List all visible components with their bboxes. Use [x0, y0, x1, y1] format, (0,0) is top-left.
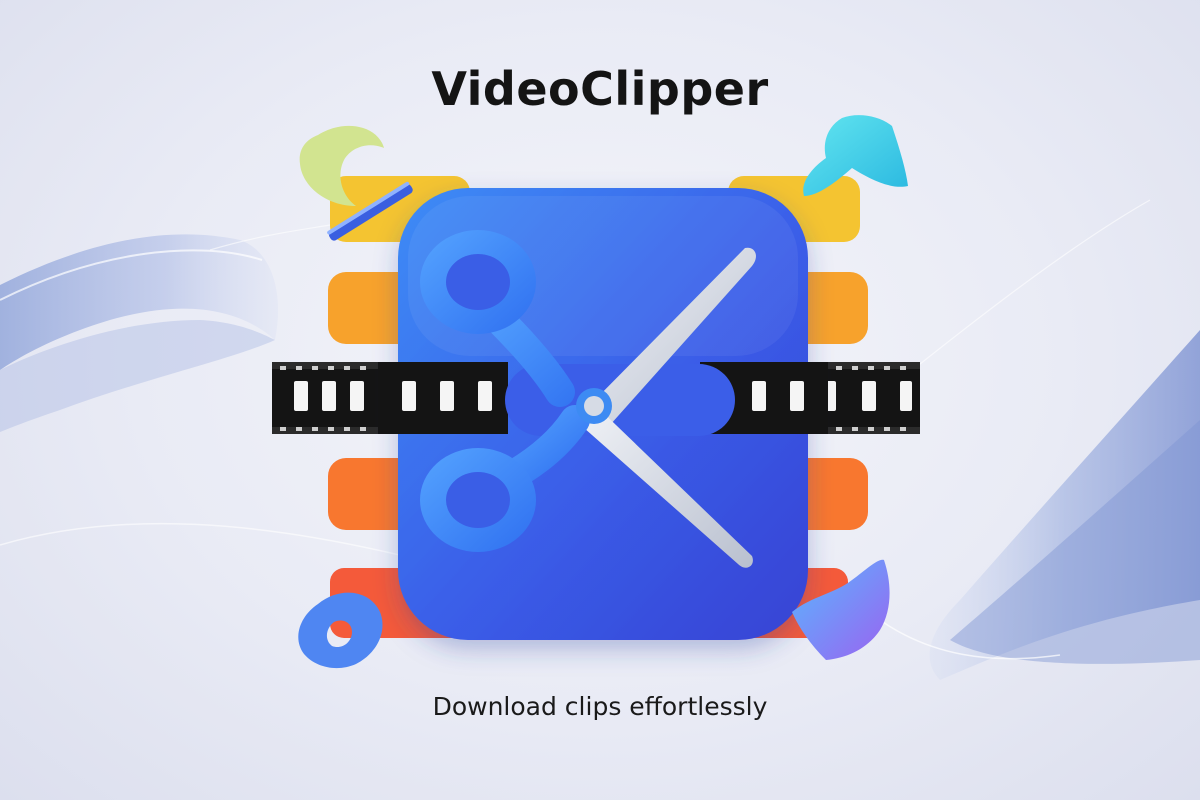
scissors-cutting-film-strip-icon — [272, 115, 920, 669]
tagline: Download clips effortlessly — [432, 692, 768, 721]
hero-canvas: VideoClipper Download clips effortlessly — [0, 0, 1200, 800]
